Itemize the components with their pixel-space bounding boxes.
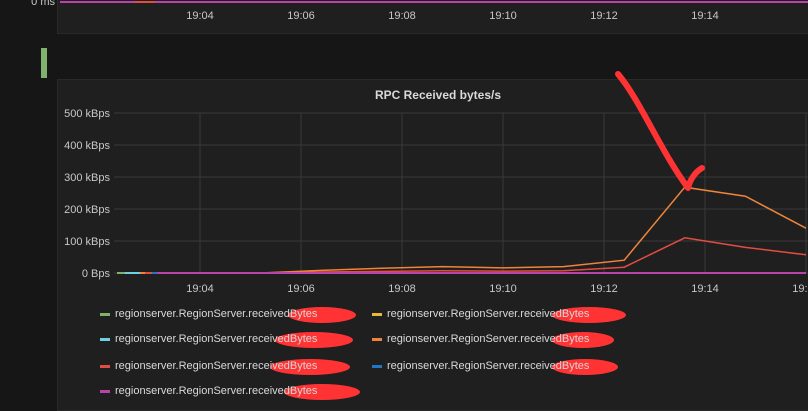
x-tick-label: 19:14 xyxy=(691,283,719,295)
legend-label: regionserver.RegionServer.receivedBytes xyxy=(115,360,318,372)
legend-color-swatch xyxy=(100,389,110,393)
x-tick-label: 19:04 xyxy=(186,283,214,295)
top-x-tick-label: 19:10 xyxy=(489,10,517,22)
legend-item[interactable]: regionserver.RegionServer.receivedBytes xyxy=(100,385,317,397)
top-x-tick-label: 19:12 xyxy=(590,10,618,22)
legend-color-swatch xyxy=(372,364,382,368)
series-line xyxy=(117,186,807,274)
top-x-tick-label: 19:08 xyxy=(388,10,416,22)
legend-label: regionserver.RegionServer.receivedBytes xyxy=(387,308,590,320)
annotation-arrow xyxy=(615,71,705,191)
legend-color-swatch xyxy=(100,364,110,368)
top-x-tick-label: 19:14 xyxy=(691,10,719,22)
x-tick-label: 19:08 xyxy=(388,283,416,295)
x-tick-label: 19:06 xyxy=(287,283,315,295)
y-tick-label: 0 Bps xyxy=(82,268,111,280)
x-tick-label: 19:10 xyxy=(489,283,517,295)
legend-item[interactable]: regionserver.RegionServer.receivedBytes xyxy=(372,333,589,345)
x-tick-label: 19:12 xyxy=(590,283,618,295)
x-tick-label: 19:16 xyxy=(792,283,808,295)
legend-item[interactable]: regionserver.RegionServer.receivedBytes xyxy=(372,308,589,320)
legend-label: regionserver.RegionServer.receivedBytes xyxy=(115,333,318,345)
legend-item[interactable]: regionserver.RegionServer.receivedBytes xyxy=(100,360,317,372)
y-tick-label: 500 kBps xyxy=(64,108,110,120)
top-y-tick-label: 0 ms xyxy=(31,0,55,8)
legend-item[interactable]: regionserver.RegionServer.receivedBytes xyxy=(372,360,589,372)
legend-color-swatch xyxy=(100,337,110,341)
legend-color-swatch xyxy=(100,312,110,316)
y-tick-label: 200 kBps xyxy=(64,204,110,216)
y-tick-label: 100 kBps xyxy=(64,236,110,248)
legend-label: regionserver.RegionServer.receivedBytes xyxy=(387,360,590,372)
legend-item[interactable]: regionserver.RegionServer.receivedBytes xyxy=(100,308,317,320)
legend-label: regionserver.RegionServer.receivedBytes xyxy=(115,308,318,320)
legend-label: regionserver.RegionServer.receivedBytes xyxy=(387,333,590,345)
legend-color-swatch xyxy=(372,312,382,316)
y-tick-label: 300 kBps xyxy=(64,172,110,184)
legend-color-swatch xyxy=(372,337,382,341)
y-tick-label: 400 kBps xyxy=(64,140,110,152)
top-x-tick-label: 19:06 xyxy=(287,10,315,22)
top-x-tick-label: 19:04 xyxy=(186,10,214,22)
legend-label: regionserver.RegionServer.receivedBytes xyxy=(115,385,318,397)
legend-item[interactable]: regionserver.RegionServer.receivedBytes xyxy=(100,333,317,345)
